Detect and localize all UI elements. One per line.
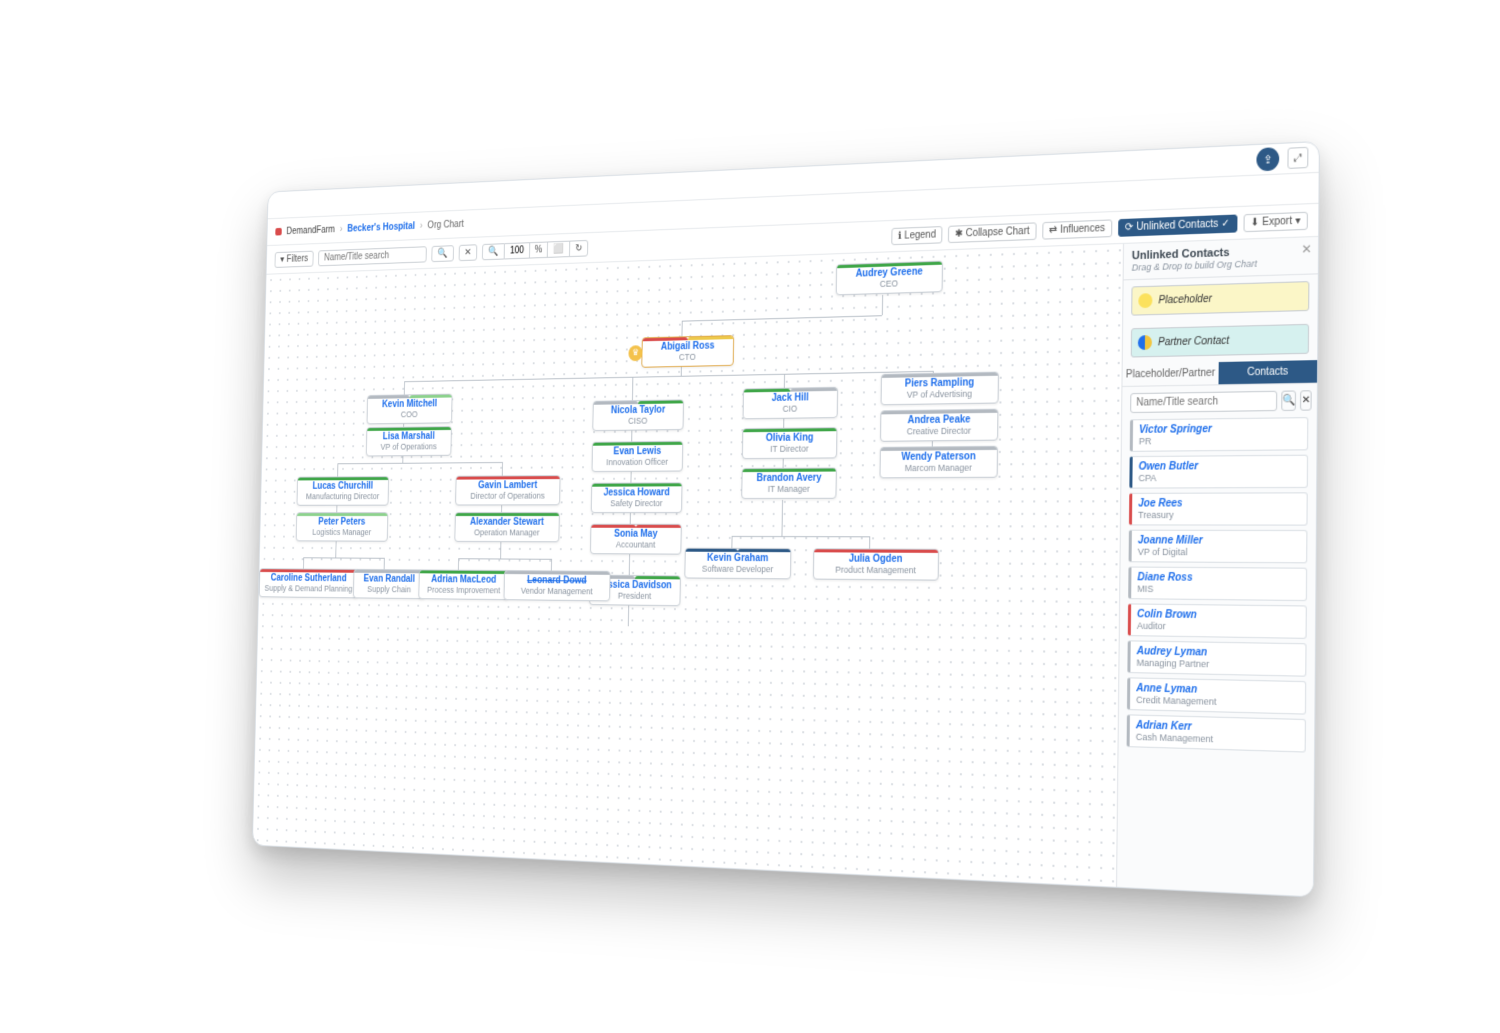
org-node-innov[interactable]: Evan Lewis Innovation Officer — [592, 440, 684, 471]
org-node-cto[interactable]: ♛ Abigail Ross CTO — [641, 335, 734, 368]
partner-icon — [1138, 335, 1152, 350]
org-node-vp-adv[interactable]: Piers Rampling VP of Advertising — [881, 371, 999, 405]
org-node-cio[interactable]: Jack Hill CIO — [743, 386, 838, 419]
unlinked-contacts-button[interactable]: ⟳ Unlinked Contacts ✓ — [1118, 213, 1237, 235]
crown-icon: ♛ — [628, 344, 642, 360]
breadcrumb-sep: › — [420, 220, 423, 231]
close-icon: ✕ — [1302, 394, 1311, 406]
contact-card[interactable]: Adrian KerrCash Management — [1127, 714, 1306, 752]
toolbar-search-input[interactable] — [318, 245, 427, 265]
contact-name: Joanne Miller — [1138, 534, 1300, 546]
unlinked-contacts-panel: Unlinked Contacts Drag & Drop to build O… — [1116, 236, 1318, 897]
org-node-vendor[interactable]: Leonard Dowd Vendor Management — [504, 570, 611, 601]
share-icon[interactable]: ⇪ — [1256, 147, 1279, 171]
contact-card[interactable]: Joanne MillerVP of Digital — [1129, 529, 1308, 563]
breadcrumb-sep: › — [340, 223, 343, 233]
contact-card[interactable]: Colin BrownAuditor — [1128, 603, 1307, 639]
contact-role: Treasury — [1138, 509, 1300, 520]
zoom-percent-label: % — [529, 241, 549, 258]
tab-contacts[interactable]: Contacts — [1219, 360, 1318, 384]
org-node-logistics[interactable]: Peter Peters Logistics Manager — [296, 512, 389, 541]
export-button[interactable]: ⬇ Export ▾ — [1243, 211, 1308, 232]
org-node-mfg-dir[interactable]: Lucas Churchill Manufacturing Director — [297, 476, 389, 506]
zoom-out-button[interactable]: 🔍 — [482, 242, 504, 259]
sidebar-search-button[interactable]: 🔍 — [1281, 390, 1296, 411]
org-node-op-mgr[interactable]: Alexander Stewart Operation Manager — [454, 512, 559, 542]
contact-card[interactable]: Joe ReesTreasury — [1129, 492, 1308, 525]
contact-role: VP of Digital — [1138, 546, 1300, 557]
influences-button[interactable]: ⇄ Influences — [1042, 218, 1112, 238]
contact-card[interactable]: Audrey LymanManaging Partner — [1127, 640, 1306, 676]
zoom-value-input[interactable] — [504, 241, 530, 258]
org-node-supply-chain[interactable]: Evan Randall Supply Chain — [353, 569, 426, 599]
clear-search-button[interactable]: ✕ — [458, 243, 477, 260]
app-name: DemandFarm — [286, 224, 335, 236]
contact-card[interactable]: Diane RossMIS — [1128, 566, 1307, 601]
org-node-supply-plan[interactable]: Caroline Sutherland Supply & Demand Plan… — [259, 568, 359, 598]
org-node-swdev[interactable]: Kevin Graham Software Developer — [684, 547, 791, 579]
zoom-reset-button[interactable]: ↻ — [569, 239, 589, 256]
contact-card[interactable]: Owen ButlerCPA — [1129, 454, 1308, 488]
tab-placeholder-partner[interactable]: Placeholder/Partner — [1122, 362, 1218, 386]
placeholder-icon — [1138, 293, 1152, 308]
org-node-vp-ops[interactable]: Lisa Marshall VP of Operations — [366, 426, 452, 456]
app-window: ⇪ ⤢ DemandFarm › Becker's Hospital › Org… — [252, 140, 1320, 897]
app-logo — [275, 227, 281, 235]
breadcrumb-page: Org Chart — [427, 218, 463, 230]
contact-role: CPA — [1138, 471, 1300, 482]
collapse-chart-button[interactable]: ✱ Collapse Chart — [948, 221, 1036, 242]
expand-icon[interactable]: ⤢ — [1287, 146, 1308, 168]
zoom-fit-button[interactable]: ⬜ — [547, 240, 570, 257]
breadcrumb-account[interactable]: Becker's Hospital — [347, 220, 415, 233]
org-node-ceo[interactable]: Audrey Greene CEO — [836, 260, 943, 295]
org-chart-canvas[interactable]: Audrey Greene CEO ♛ Abigail Ross CTO Kev… — [253, 243, 1123, 889]
org-node-coo[interactable]: Kevin Mitchell COO — [367, 393, 453, 424]
org-node-creative-dir[interactable]: Andrea Peake Creative Director — [880, 408, 998, 441]
drop-partner-contact[interactable]: Partner Contact — [1131, 323, 1309, 357]
legend-button[interactable]: ℹ Legend — [891, 225, 942, 244]
sidebar-search-input[interactable] — [1130, 390, 1277, 412]
contact-list: Victor SpringerPROwen ButlerCPAJoe ReesT… — [1117, 416, 1317, 897]
close-icon: ✕ — [464, 246, 471, 257]
org-node-process[interactable]: Adrian MacLeod Process Improvement — [418, 569, 509, 600]
filters-button[interactable]: ▾ Filters — [275, 250, 314, 267]
org-node-it-mgr[interactable]: Brandon Avery IT Manager — [741, 467, 837, 499]
contact-card[interactable]: Victor SpringerPR — [1130, 417, 1309, 452]
search-button[interactable]: 🔍 — [432, 244, 454, 261]
org-node-it-dir[interactable]: Olivia King IT Director — [742, 427, 838, 459]
contact-name: Diane Ross — [1137, 571, 1299, 584]
sidebar-tabs: Placeholder/Partner Contacts — [1122, 360, 1317, 387]
search-icon: 🔍 — [1282, 394, 1295, 406]
org-node-dir-ops[interactable]: Gavin Lambert Director of Operations — [455, 475, 560, 505]
zoom-control: 🔍 % ⬜ ↻ — [482, 239, 588, 259]
org-node-accountant[interactable]: Sonia May Accountant — [590, 523, 682, 554]
search-icon: 🔍 — [488, 245, 499, 256]
drop-placeholder[interactable]: Placeholder — [1131, 281, 1309, 316]
search-icon: 🔍 — [437, 247, 448, 258]
contact-name: Owen Butler — [1139, 460, 1301, 473]
contact-role: Auditor — [1137, 620, 1299, 633]
sidebar-search-clear[interactable]: ✕ — [1300, 390, 1311, 411]
contact-card[interactable]: Anne LymanCredit Management — [1127, 677, 1306, 714]
org-node-safety[interactable]: Jessica Howard Safety Director — [591, 482, 683, 513]
contact-name: Joe Rees — [1138, 497, 1300, 509]
org-node-marcom[interactable]: Wendy Paterson Marcom Manager — [880, 445, 998, 478]
org-node-ciso[interactable]: Nicola Taylor CISO — [592, 399, 684, 431]
contact-role: MIS — [1137, 583, 1299, 595]
contact-name: Victor Springer — [1139, 422, 1301, 436]
org-node-prodmgmt[interactable]: Julia Ogden Product Management — [813, 548, 939, 580]
close-icon[interactable]: ✕ — [1301, 241, 1312, 256]
